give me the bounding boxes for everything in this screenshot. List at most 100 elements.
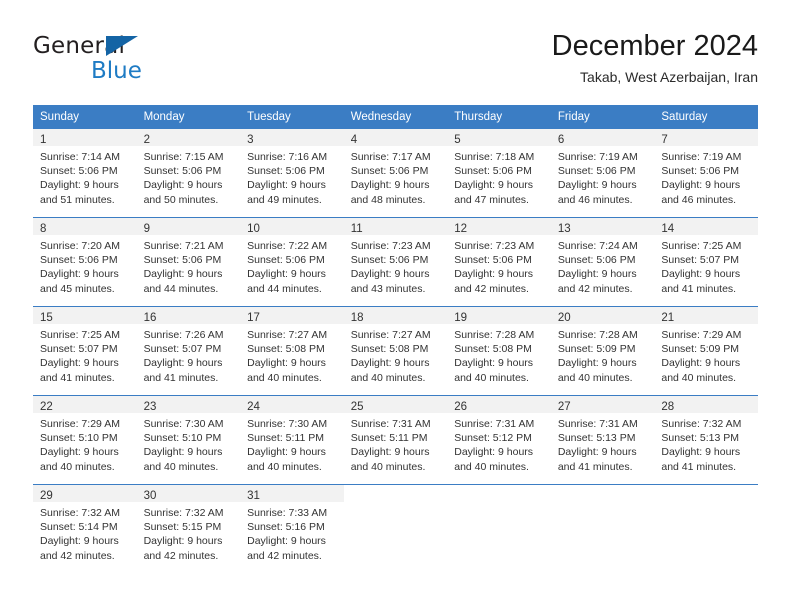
calendar-cell: 3 Sunrise: 7:16 AM Sunset: 5:06 PM Daylight… (240, 128, 344, 217)
day-number: 5 (454, 134, 461, 146)
calendar-cell: 22 Sunrise: 7:29 AM Sunset: 5:10 PM Dayligh… (33, 395, 137, 484)
day-cell[interactable]: 12 Sunrise: 7:23 AM Sunset: 5:06 PM Dayligh… (447, 217, 551, 306)
day-cell[interactable]: 15 Sunrise: 7:25 AM Sunset: 5:07 PM Dayligh… (33, 306, 137, 395)
day-number: 14 (661, 223, 675, 235)
day-cell[interactable]: 3 Sunrise: 7:16 AM Sunset: 5:06 PM Daylight… (240, 128, 344, 217)
day-cell[interactable]: 24 Sunrise: 7:30 AM Sunset: 5:11 PM Dayligh… (240, 395, 344, 484)
daylight-text-line2: and 40 minutes. (661, 371, 737, 384)
sunrise-text: Sunrise: 7:22 AM (247, 240, 328, 252)
sunrise-text: Sunrise: 7:30 AM (247, 418, 328, 430)
sunrise-text: Sunrise: 7:32 AM (661, 418, 742, 430)
day-cell[interactable]: 21 Sunrise: 7:29 AM Sunset: 5:09 PM Dayligh… (654, 306, 758, 395)
day-cell[interactable]: 1 Sunrise: 7:14 AM Sunset: 5:06 PM Daylight… (33, 128, 137, 217)
calendar-cell: 28 Sunrise: 7:32 AM Sunset: 5:13 PM Dayligh… (654, 395, 758, 484)
daylight-text-line2: and 42 minutes. (454, 282, 529, 295)
daylight-text-line1: Daylight: 9 hours (247, 357, 326, 370)
day-cell[interactable]: 25 Sunrise: 7:31 AM Sunset: 5:11 PM Dayligh… (343, 395, 448, 484)
weekday-header-saturday: Saturday (654, 105, 758, 128)
day-details: Sunrise: 7:26 AM Sunset: 5:07 PM Daylight:… (137, 324, 241, 385)
daylight-text-line1: Daylight: 9 hours (350, 179, 430, 192)
calendar-cell: 26 Sunrise: 7:31 AM Sunset: 5:12 PM Dayligh… (447, 395, 551, 484)
day-number: 19 (454, 312, 468, 324)
day-cell[interactable]: 18 Sunrise: 7:27 AM Sunset: 5:08 PM Dayligh… (343, 306, 448, 395)
sunrise-text: Sunrise: 7:33 AM (247, 507, 328, 519)
sunrise-text: Sunrise: 7:14 AM (40, 151, 120, 163)
calendar-cell: 8 Sunrise: 7:20 AM Sunset: 5:06 PM Daylight… (33, 217, 137, 306)
day-cell[interactable]: 10 Sunrise: 7:22 AM Sunset: 5:06 PM Dayligh… (240, 217, 344, 306)
sunset-text: Sunset: 5:06 PM (557, 165, 636, 178)
sunrise-text: Sunrise: 7:20 AM (40, 240, 120, 252)
sunrise-text: Sunrise: 7:16 AM (247, 151, 328, 163)
day-cell[interactable]: 4 Sunrise: 7:17 AM Sunset: 5:06 PM Daylight… (343, 128, 448, 217)
day-number-band: 30 (136, 485, 241, 502)
day-cell[interactable]: 26 Sunrise: 7:31 AM Sunset: 5:12 PM Dayligh… (447, 395, 551, 484)
day-cell[interactable]: 23 Sunrise: 7:30 AM Sunset: 5:10 PM Dayligh… (136, 395, 241, 484)
day-cell[interactable]: 20 Sunrise: 7:28 AM Sunset: 5:09 PM Dayligh… (550, 306, 655, 395)
day-cell[interactable]: 28 Sunrise: 7:32 AM Sunset: 5:13 PM Dayligh… (654, 395, 758, 484)
day-cell[interactable]: 31 Sunrise: 7:33 AM Sunset: 5:16 PM Dayligh… (240, 484, 344, 573)
sunset-text: Sunset: 5:08 PM (350, 343, 429, 356)
day-number: 24 (247, 401, 260, 413)
day-cell[interactable]: 27 Sunrise: 7:31 AM Sunset: 5:13 PM Dayligh… (550, 395, 655, 484)
day-cell[interactable]: 11 Sunrise: 7:23 AM Sunset: 5:06 PM Dayligh… (343, 217, 448, 306)
day-details: Sunrise: 7:23 AM Sunset: 5:06 PM Daylight:… (344, 235, 448, 296)
calendar-cell (343, 484, 448, 573)
daylight-text-line2: and 51 minutes. (40, 193, 115, 206)
day-cell[interactable]: 14 Sunrise: 7:25 AM Sunset: 5:07 PM Dayligh… (654, 217, 758, 306)
day-details: Sunrise: 7:25 AM Sunset: 5:07 PM Daylight:… (33, 324, 137, 385)
daylight-text-line2: and 40 minutes. (350, 460, 426, 473)
day-details: Sunrise: 7:31 AM Sunset: 5:11 PM Daylight:… (344, 413, 448, 474)
day-number: 18 (350, 312, 364, 324)
day-number-band: 27 (550, 396, 655, 413)
day-cell[interactable]: 22 Sunrise: 7:29 AM Sunset: 5:10 PM Dayligh… (33, 395, 137, 484)
sunrise-text: Sunrise: 7:30 AM (143, 418, 224, 430)
daylight-text-line1: Daylight: 9 hours (40, 357, 119, 370)
day-number-band: 2 (136, 129, 241, 146)
sunset-text: Sunset: 5:15 PM (143, 521, 222, 534)
calendar-cell: 4 Sunrise: 7:17 AM Sunset: 5:06 PM Daylight… (343, 128, 448, 217)
day-number: 31 (247, 490, 260, 502)
day-cell[interactable]: 9 Sunrise: 7:21 AM Sunset: 5:06 PM Daylight… (136, 217, 241, 306)
calendar-page: General Blue December 2024 Takab, West A… (0, 0, 792, 612)
weekday-header-friday: Friday (550, 105, 655, 128)
general-blue-logo[interactable]: General Blue (33, 34, 253, 90)
day-cell[interactable]: 29 Sunrise: 7:32 AM Sunset: 5:14 PM Dayligh… (33, 484, 137, 573)
daylight-text-line2: and 46 minutes. (557, 193, 633, 206)
day-cell[interactable]: 8 Sunrise: 7:20 AM Sunset: 5:06 PM Daylight… (33, 217, 137, 306)
day-details: Sunrise: 7:23 AM Sunset: 5:06 PM Daylight:… (447, 235, 551, 296)
day-cell[interactable]: 16 Sunrise: 7:26 AM Sunset: 5:07 PM Dayligh… (136, 306, 241, 395)
day-cell[interactable]: 13 Sunrise: 7:24 AM Sunset: 5:06 PM Dayligh… (550, 217, 655, 306)
daylight-text-line2: and 40 minutes. (247, 460, 322, 473)
calendar-week-row: 15 Sunrise: 7:25 AM Sunset: 5:07 PM Dayligh… (33, 306, 758, 395)
day-cell[interactable]: 30 Sunrise: 7:32 AM Sunset: 5:15 PM Dayligh… (136, 484, 241, 573)
daylight-text-line1: Daylight: 9 hours (247, 446, 326, 459)
daylight-text-line1: Daylight: 9 hours (454, 268, 534, 281)
day-cell[interactable]: 7 Sunrise: 7:19 AM Sunset: 5:06 PM Daylight… (654, 128, 758, 217)
sunset-text: Sunset: 5:11 PM (350, 432, 428, 445)
day-number-band: 13 (550, 218, 655, 235)
day-cell-empty (654, 484, 758, 573)
day-number-band: 22 (33, 396, 137, 413)
day-cell[interactable]: 19 Sunrise: 7:28 AM Sunset: 5:08 PM Dayligh… (447, 306, 551, 395)
sunset-text: Sunset: 5:07 PM (143, 343, 222, 356)
calendar-cell: 10 Sunrise: 7:22 AM Sunset: 5:06 PM Dayligh… (240, 217, 344, 306)
day-cell[interactable]: 17 Sunrise: 7:27 AM Sunset: 5:08 PM Dayligh… (240, 306, 344, 395)
weekday-header-tuesday: Tuesday (240, 105, 344, 128)
day-cell[interactable]: 5 Sunrise: 7:18 AM Sunset: 5:06 PM Daylight… (447, 128, 551, 217)
day-number: 13 (557, 223, 571, 235)
page-title: December 2024 (551, 30, 758, 62)
day-number-band: 15 (33, 307, 137, 324)
day-cell[interactable]: 2 Sunrise: 7:15 AM Sunset: 5:06 PM Daylight… (136, 128, 241, 217)
day-number-band: 1 (33, 129, 137, 146)
day-details: Sunrise: 7:19 AM Sunset: 5:06 PM Daylight:… (551, 146, 655, 207)
calendar-body: 1 Sunrise: 7:14 AM Sunset: 5:06 PM Daylight… (33, 128, 758, 573)
sunrise-text: Sunrise: 7:28 AM (454, 329, 535, 341)
daylight-text-line2: and 41 minutes. (661, 460, 737, 473)
sunset-text: Sunset: 5:06 PM (557, 254, 636, 267)
daylight-text-line2: and 40 minutes. (143, 460, 219, 473)
calendar-cell: 30 Sunrise: 7:32 AM Sunset: 5:15 PM Dayligh… (136, 484, 241, 573)
day-cell[interactable]: 6 Sunrise: 7:19 AM Sunset: 5:06 PM Daylight… (550, 128, 655, 217)
page-header: General Blue December 2024 Takab, West A… (33, 28, 758, 96)
daylight-text-line2: and 45 minutes. (40, 282, 115, 295)
daylight-text-line2: and 43 minutes. (350, 282, 426, 295)
